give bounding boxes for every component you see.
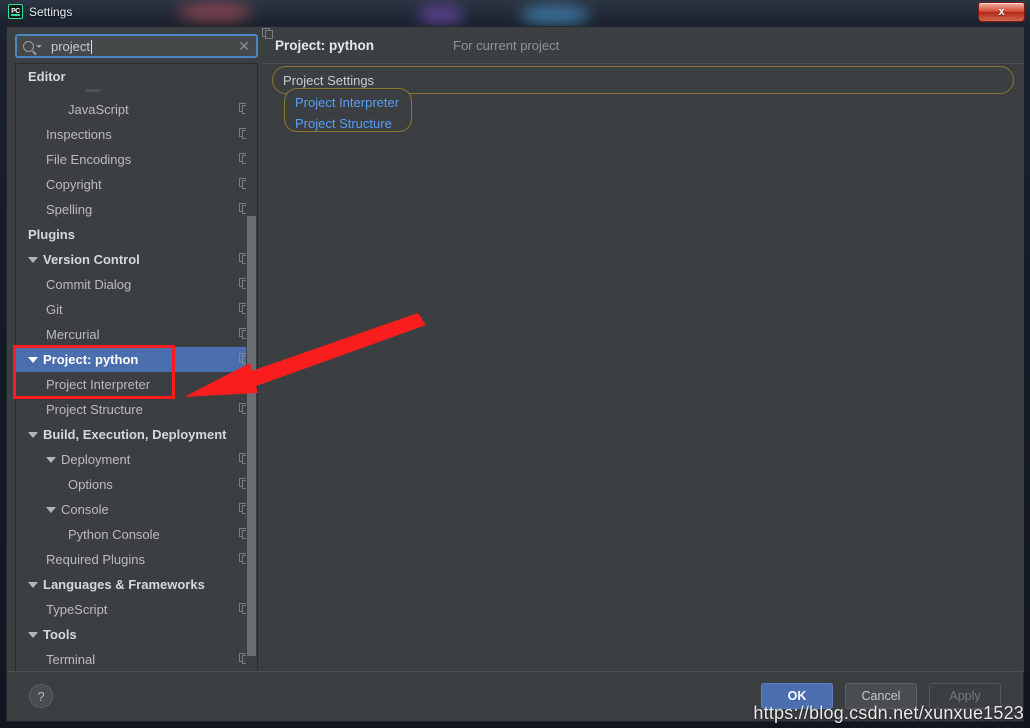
- close-button[interactable]: x: [978, 2, 1025, 22]
- window-titlebar: PC Settings x: [0, 0, 1030, 26]
- sidebar-item-terminal[interactable]: Terminal: [16, 647, 257, 672]
- sidebar-item-label: Project Interpreter: [46, 377, 151, 392]
- sidebar-item-javascript[interactable]: JavaScript: [16, 97, 257, 122]
- sidebar-item-label: JavaScript: [68, 102, 129, 117]
- sidebar-item-label: TypeScript: [46, 602, 108, 617]
- tree-scrollbar[interactable]: [246, 64, 257, 697]
- chevron-down-icon[interactable]: [28, 356, 38, 363]
- sidebar-item-label: Spelling: [46, 202, 93, 217]
- window-title: Settings: [29, 4, 73, 19]
- window-title-area: PC Settings: [8, 4, 72, 19]
- sidebar-item-label: Languages & Frameworks: [43, 577, 205, 592]
- scope-note: For current project: [262, 28, 560, 53]
- scope-note-label: For current project: [453, 38, 560, 53]
- link-project-structure[interactable]: Project Structure: [295, 113, 411, 134]
- background-blur-blob: [418, 4, 464, 26]
- sidebar-item-required-plugins[interactable]: Required Plugins: [16, 547, 257, 572]
- settings-tree-rows: Editor JavaScript Inspections File Encoding…: [16, 64, 257, 672]
- project-settings-title: Project Settings: [283, 72, 375, 88]
- sidebar-item-label: Project: python: [43, 352, 139, 367]
- search-input[interactable]: project ✕: [15, 34, 258, 58]
- chevron-down-icon[interactable]: [28, 581, 38, 588]
- pycharm-icon: PC: [8, 4, 23, 19]
- chevron-down-icon[interactable]: [36, 44, 42, 48]
- background-blur-blob: [520, 5, 590, 25]
- sidebar-item-label: File Encodings: [46, 152, 132, 167]
- sidebar-item-label: Tools: [43, 627, 77, 642]
- sidebar-item-editor[interactable]: Editor: [16, 64, 257, 89]
- sidebar-item-label: Python Console: [68, 527, 160, 542]
- watermark: https://blog.csdn.net/xunxue1523: [753, 703, 1024, 723]
- sidebar-item-label: Required Plugins: [46, 552, 146, 567]
- text-caret: [91, 39, 93, 54]
- sidebar-item-build-execution-deployment[interactable]: Build, Execution, Deployment: [16, 422, 257, 447]
- sidebar-item-languages-frameworks[interactable]: Languages & Frameworks: [16, 572, 257, 597]
- chevron-down-icon[interactable]: [46, 456, 56, 463]
- desktop-window: PC Settings x project ✕ Editor JavaScript…: [0, 0, 1030, 728]
- sidebar-item-mercurial[interactable]: Mercurial: [16, 322, 257, 347]
- sidebar-item-project-interpreter[interactable]: Project Interpreter: [16, 372, 257, 397]
- sidebar-item-label: Git: [46, 302, 63, 317]
- sidebar-item-label: Build, Execution, Deployment: [43, 427, 227, 442]
- sidebar-item-plugins[interactable]: Plugins: [16, 222, 257, 247]
- sidebar-item-label: Terminal: [46, 652, 96, 667]
- sidebar-item-label: Version Control: [43, 252, 140, 267]
- chevron-down-icon[interactable]: [28, 256, 38, 263]
- sidebar-item-options[interactable]: Options: [16, 472, 257, 497]
- sidebar-item-label: Deployment: [61, 452, 131, 467]
- chevron-down-icon[interactable]: [28, 631, 38, 638]
- sidebar-item-commit-dialog[interactable]: Commit Dialog: [16, 272, 257, 297]
- tree-scrollbar-thumb[interactable]: [247, 216, 256, 656]
- link-project-interpreter[interactable]: Project Interpreter: [295, 92, 411, 113]
- close-icon: x: [998, 6, 1005, 18]
- search-icon: [23, 40, 34, 52]
- sidebar-item-label: Inspections: [46, 127, 112, 142]
- sidebar-item-python-console[interactable]: Python Console: [16, 522, 257, 547]
- page-title: Project: python: [275, 38, 375, 53]
- sidebar-item-project-structure[interactable]: Project Structure: [16, 397, 257, 422]
- copy-icon: [262, 28, 447, 52]
- sidebar-item-file-encodings[interactable]: File Encodings: [16, 147, 257, 172]
- sidebar-item-git[interactable]: Git: [16, 297, 257, 322]
- search-field-wrapper: project ✕: [15, 34, 258, 58]
- sidebar-item-label: Mercurial: [46, 327, 100, 342]
- sidebar-item-copyright[interactable]: Copyright: [16, 172, 257, 197]
- sidebar-item-label: Plugins: [28, 227, 75, 242]
- sidebar-item-spelling[interactable]: Spelling: [16, 197, 257, 222]
- sidebar-item-label: Console: [61, 502, 109, 517]
- sidebar-item-label: Copyright: [46, 177, 102, 192]
- settings-dialog: project ✕ Editor JavaScript Inspections Fil…: [6, 26, 1024, 722]
- detail-header: Project: python For current project: [262, 28, 1024, 64]
- sidebar-item-deployment[interactable]: Deployment: [16, 447, 257, 472]
- chevron-down-icon[interactable]: [28, 431, 38, 438]
- sidebar-item-version-control[interactable]: Version Control: [16, 247, 257, 272]
- sidebar-item-inspections[interactable]: Inspections: [16, 122, 257, 147]
- search-match-highlight: Project Interpreter Project Structure: [284, 88, 412, 132]
- sidebar-item-label: Editor: [28, 69, 66, 84]
- sidebar-item-project-python[interactable]: Project: python: [16, 347, 257, 372]
- sidebar-item-label: Commit Dialog: [46, 277, 132, 292]
- settings-detail-panel: Project: python For current project Proj…: [262, 28, 1024, 672]
- sidebar-item-tools[interactable]: Tools: [16, 622, 257, 647]
- sidebar-item-typescript[interactable]: TypeScript: [16, 597, 257, 622]
- clear-search-icon[interactable]: ✕: [234, 39, 250, 53]
- partially-scrolled-row: [16, 89, 257, 97]
- search-input-value: project: [51, 38, 91, 54]
- settings-tree[interactable]: Editor JavaScript Inspections File Encoding…: [15, 63, 258, 698]
- sidebar-item-console[interactable]: Console: [16, 497, 257, 522]
- background-blur-blob: [178, 2, 252, 22]
- sidebar-item-label: Options: [68, 477, 113, 492]
- chevron-down-icon[interactable]: [46, 506, 56, 513]
- sidebar-item-label: Project Structure: [46, 402, 143, 417]
- help-button[interactable]: ?: [29, 684, 53, 708]
